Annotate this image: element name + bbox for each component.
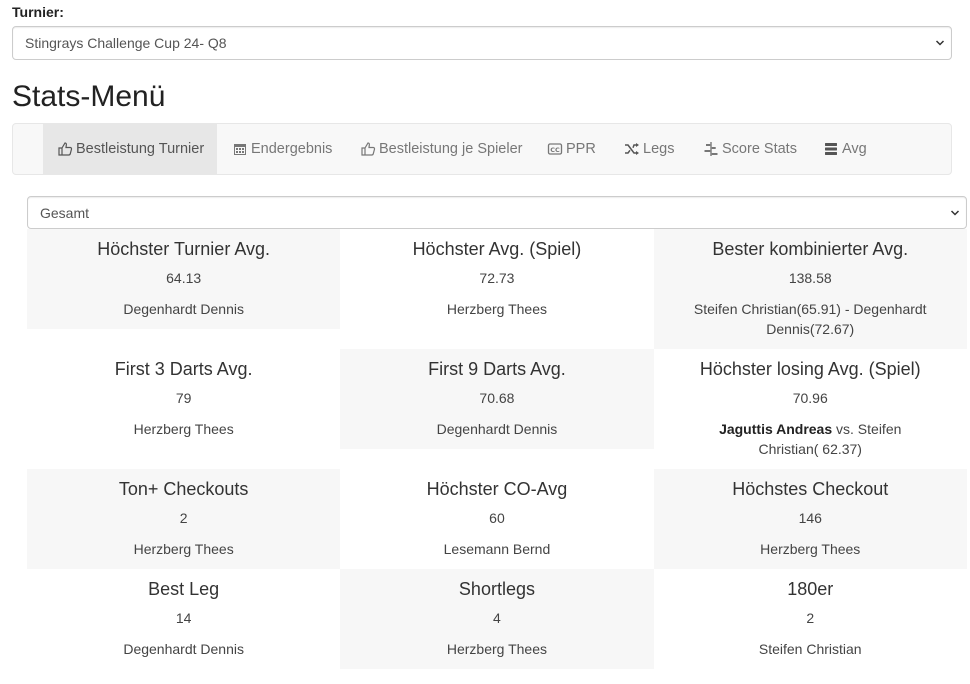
stat-value: 79 <box>175 390 192 406</box>
stat-card: First 3 Darts Avg. 79 Herzberg Thees <box>27 349 340 469</box>
stat-player: Steifen Christian <box>758 641 862 657</box>
stat-title: Höchster Avg. (Spiel) <box>412 239 582 259</box>
stat-player-bold: Jaguttis Andreas <box>719 421 833 437</box>
nav-item-label: Bestleistung je Spieler <box>379 141 523 157</box>
stats-row: Höchster Turnier Avg. 64.13 Degenhardt D… <box>27 229 967 349</box>
stat-title: Shortlegs <box>458 579 535 599</box>
thumbs-up-icon <box>57 141 73 157</box>
list-icon <box>823 141 839 157</box>
stat-card: Höchster losing Avg. (Spiel) 70.96 Jagut… <box>654 349 967 469</box>
turnier-select[interactable]: Stingrays Challenge Cup 24- Q8 <box>12 26 952 60</box>
stat-player: Degenhardt Dennis <box>123 641 244 657</box>
stats-navbar: Bestleistung Turnier Endergebnis Bestlei… <box>12 123 952 175</box>
stat-player: Degenhardt Dennis <box>123 301 244 317</box>
stat-value: 138.58 <box>788 270 832 286</box>
stats-row: Best Leg 14 Degenhardt Dennis Shortlegs … <box>27 569 967 669</box>
stat-value: 14 <box>175 610 192 626</box>
stat-title: Höchster CO-Avg <box>426 479 568 499</box>
stat-player: Jaguttis Andreas vs. Steifen Christian( … <box>654 419 967 459</box>
align-icon <box>703 141 719 157</box>
stat-title: Bester kombinierter Avg. <box>712 239 909 259</box>
stats-row: First 3 Darts Avg. 79 Herzberg Thees Fir… <box>27 349 967 469</box>
stat-value: 70.96 <box>792 390 828 406</box>
stat-value: 64.13 <box>166 270 202 286</box>
nav-item-label: Legs <box>643 141 675 157</box>
shuffle-icon <box>624 141 640 157</box>
stat-player: Herzberg Thees <box>446 301 548 317</box>
stat-card: Ton+ Checkouts 2 Herzberg Thees <box>27 469 341 569</box>
stat-card: Höchster CO-Avg 60 Lesemann Bernd <box>340 469 653 569</box>
turnier-label: Turnier: <box>12 4 64 20</box>
stat-title: Höchster Turnier Avg. <box>97 239 271 259</box>
stat-title: Höchstes Checkout <box>732 479 889 499</box>
nav-item-score-stats[interactable]: Score Stats <box>703 124 797 174</box>
stat-value: 2 <box>179 510 188 526</box>
stats-grid: Höchster Turnier Avg. 64.13 Degenhardt D… <box>27 229 967 669</box>
filter-select-value: Gesamt <box>40 204 90 221</box>
nav-item-ppr[interactable]: CC PPR <box>547 124 596 174</box>
stat-value: 2 <box>806 610 815 626</box>
stat-card: First 9 Darts Avg. 70.68 Degenhardt Denn… <box>340 349 654 449</box>
stat-card: Best Leg 14 Degenhardt Dennis <box>27 569 340 669</box>
nav-item-legs[interactable]: Legs <box>624 124 674 174</box>
stat-title: Best Leg <box>148 579 220 599</box>
calendar-icon <box>232 141 248 157</box>
page-title: Stats-Menü <box>12 80 166 113</box>
stat-title: First 9 Darts Avg. <box>428 359 566 379</box>
stat-card: Höchster Avg. (Spiel) 72.73 Herzberg The… <box>340 229 653 349</box>
stat-player: Herzberg Thees <box>133 421 234 437</box>
stat-player: Lesemann Bernd <box>443 541 551 557</box>
stat-title: 180er <box>787 579 834 599</box>
stat-value: 72.73 <box>479 270 515 286</box>
nav-item-label: Endergebnis <box>251 141 333 157</box>
nav-item-label: Avg <box>842 141 867 157</box>
stat-player: Herzberg Thees <box>760 541 861 557</box>
stat-card: Höchster Turnier Avg. 64.13 Degenhardt D… <box>27 229 341 329</box>
cc-icon: CC <box>547 141 563 157</box>
stats-row: Ton+ Checkouts 2 Herzberg Thees Höchster… <box>27 469 967 569</box>
chevron-down-icon <box>950 209 960 216</box>
nav-item-endergebnis[interactable]: Endergebnis <box>232 124 332 174</box>
stat-value: 146 <box>798 510 822 526</box>
nav-item-bestleistung-turnier[interactable]: Bestleistung Turnier <box>43 124 217 174</box>
stat-value: 60 <box>489 510 505 526</box>
chevron-down-icon <box>935 40 945 46</box>
stat-title: Höchster losing Avg. (Spiel) <box>699 359 921 379</box>
stat-player: Herzberg Thees <box>446 641 548 657</box>
stat-title: First 3 Darts Avg. <box>114 359 253 379</box>
nav-item-label: Score Stats <box>722 141 797 157</box>
stat-value: 4 <box>493 610 501 626</box>
stat-player: Steifen Christian(65.91) - Degenhardt De… <box>693 301 927 337</box>
nav-item-label: Bestleistung Turnier <box>76 141 205 157</box>
stat-title: Ton+ Checkouts <box>118 479 249 499</box>
nav-item-avg[interactable]: Avg <box>823 124 867 174</box>
filter-select[interactable]: Gesamt <box>27 196 967 229</box>
stat-player: Herzberg Thees <box>133 541 234 557</box>
stat-card: 180er 2 Steifen Christian <box>654 569 967 669</box>
svg-text:CC: CC <box>550 146 560 154</box>
stat-player: Degenhardt Dennis <box>436 421 558 437</box>
stat-value: 70.68 <box>479 390 515 406</box>
nav-item-bestleistung-je-spieler[interactable]: Bestleistung je Spieler <box>360 124 522 174</box>
stat-card: Bester kombinierter Avg. 138.58 Steifen … <box>653 229 967 349</box>
turnier-select-value: Stingrays Challenge Cup 24- Q8 <box>25 35 227 51</box>
stat-card: Shortlegs 4 Herzberg Thees <box>340 569 654 669</box>
stat-card: Höchstes Checkout 146 Herzberg Thees <box>653 469 967 569</box>
nav-item-label: PPR <box>566 141 596 157</box>
thumbs-up-icon <box>360 141 376 157</box>
